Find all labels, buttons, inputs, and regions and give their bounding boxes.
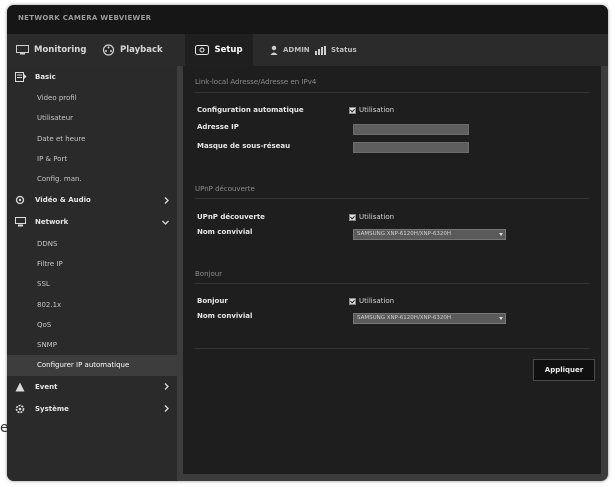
sidebar-item-video-profile[interactable]: Video profil [7,88,177,108]
divider [195,198,589,199]
dropdown-arrow-icon [499,233,503,236]
event-icon [15,382,27,392]
sidebar-item-ip-filter[interactable]: Filtre IP [7,254,177,274]
top-navigation: Monitoring Playback Setup ADMIN Status [7,34,608,66]
auto-config-checkbox-label: Utilisation [359,106,395,114]
chevron-down-icon [162,211,169,233]
user-menu[interactable]: ADMIN [270,34,310,66]
gear-icon [195,45,210,55]
checkbox-checked-icon [349,106,356,114]
auto-config-checkbox[interactable]: Utilisation [349,106,394,114]
sidebar-section-system-label: Système [35,404,69,413]
apply-button[interactable]: Appliquer [533,359,595,381]
tab-setup[interactable]: Setup [185,34,253,66]
sidebar-item-qos[interactable]: QoS [7,315,177,335]
section-title-link-local: Link-local Adresse/Adresse en IPv4 [195,78,317,86]
chevron-right-icon [164,376,169,398]
sidebar-item-ddns[interactable]: DDNS [7,233,177,253]
tab-status[interactable]: Status [315,34,357,66]
sidebar-item-snmp[interactable]: SNMP [7,335,177,355]
bonjour-checkbox[interactable]: Utilisation [349,297,394,305]
sidebar-item-ip-port[interactable]: IP & Port [7,149,177,169]
sidebar-section-basic[interactable]: Basic [7,66,177,88]
sidebar-section-system[interactable]: Système [7,398,177,420]
upnp-friendly-name-label: Nom convivial [197,228,253,236]
upnp-discovery-checkbox-label: Utilisation [359,213,395,221]
bonjour-checkbox-label: Utilisation [359,297,395,305]
sidebar-section-video-audio-label: Vidéo & Audio [35,196,91,205]
tab-monitoring-label: Monitoring [34,45,87,55]
ip-address-label: Adresse IP [197,123,239,131]
upnp-friendly-name-value: SAMSUNG XNP-6120H/XNP-6320H [357,231,451,237]
bonjour-label: Bonjour [197,297,228,305]
subnet-mask-field[interactable] [353,142,469,153]
document-icon [15,72,27,82]
sidebar-section-network[interactable]: Network [7,211,177,233]
network-icon [15,217,27,227]
bonjour-friendly-name-label: Nom convivial [197,312,253,320]
sidebar-section-network-label: Network [35,218,69,227]
divider [195,92,589,93]
upnp-discovery-label: UPnP découverte [197,213,265,221]
section-title-upnp: UPnP découverte [195,185,255,193]
tab-status-label: Status [331,46,357,54]
sidebar-section-video-audio[interactable]: Vidéo & Audio [7,189,177,211]
auto-config-label: Configuration automatique [197,106,304,114]
sidebar-item-8021x[interactable]: 802.1x [7,294,177,314]
status-icon [315,45,326,55]
app-title: NETWORK CAMERA WEBVIEWER [18,14,152,22]
user-name: ADMIN [283,46,310,54]
chevron-right-icon [164,398,169,420]
chevron-right-icon [164,189,169,211]
sidebar-item-auto-ip-config[interactable]: Configurer IP automatique [7,355,177,376]
sidebar-item-user[interactable]: Utilisateur [7,108,177,128]
tab-setup-label: Setup [214,45,243,55]
sidebar-item-ssl[interactable]: SSL [7,274,177,294]
ip-address-field[interactable] [353,124,469,135]
sidebar: Basic Video profil Utilisateur Date et h… [7,66,177,481]
main-panel: Link-local Adresse/Adresse en IPv4 Confi… [183,66,601,474]
sidebar-section-event-label: Event [35,382,58,391]
tab-monitoring[interactable]: Monitoring [16,34,86,66]
upnp-friendly-name-field[interactable]: SAMSUNG XNP-6120H/XNP-6320H [353,229,506,240]
bonjour-friendly-name-value: SAMSUNG XNP-6120H/XNP-6320H [357,315,451,321]
sidebar-section-event[interactable]: Event [7,376,177,398]
bonjour-friendly-name-field[interactable]: SAMSUNG XNP-6120H/XNP-6320H [353,313,506,324]
sidebar-item-date-time[interactable]: Date et heure [7,129,177,149]
browser-window: NETWORK CAMERA WEBVIEWER Monitoring Play… [7,5,608,481]
subnet-mask-label: Masque de sous-réseau [197,142,291,150]
checkbox-checked-icon [349,213,356,221]
monitor-icon [16,45,29,55]
tab-playback-label: Playback [120,45,163,55]
camera-icon [15,195,27,205]
checkbox-checked-icon [349,297,356,305]
section-title-bonjour: Bonjour [195,270,223,278]
sidebar-item-config[interactable]: Config. man. [7,169,177,189]
tab-playback[interactable]: Playback [102,34,163,66]
sidebar-section-basic-label: Basic [35,73,56,81]
dropdown-arrow-icon [499,317,503,320]
title-bar: NETWORK CAMERA WEBVIEWER [7,5,608,34]
divider [195,348,589,349]
film-reel-icon [102,44,115,56]
gear-icon [15,404,27,414]
upnp-discovery-checkbox[interactable]: Utilisation [349,213,394,221]
user-icon [270,45,278,55]
divider [195,283,589,284]
